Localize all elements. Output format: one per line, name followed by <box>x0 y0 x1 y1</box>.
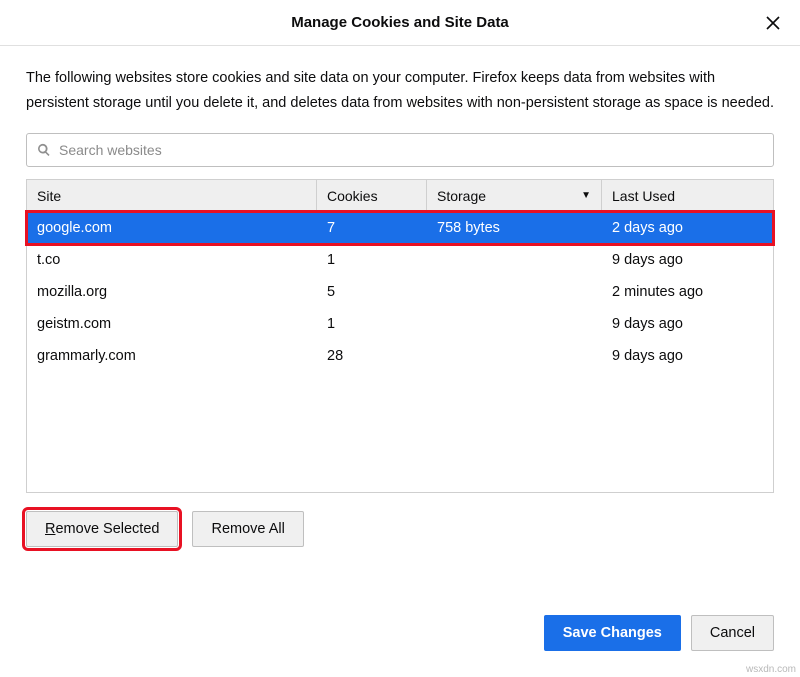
table-row[interactable]: google.com 7 758 bytes 2 days ago <box>27 212 773 244</box>
cell-last-used: 9 days ago <box>602 252 773 268</box>
cell-cookies: 1 <box>317 252 427 268</box>
description-text: The following websites store cookies and… <box>26 66 774 115</box>
close-icon <box>764 14 782 32</box>
table-header-row: Site Cookies Storage▼ Last Used <box>27 180 773 212</box>
sort-desc-icon: ▼ <box>581 190 591 201</box>
row-actions: Remove Selected Remove All <box>26 511 774 547</box>
cell-site: google.com <box>27 220 317 236</box>
cell-last-used: 9 days ago <box>602 348 773 364</box>
column-last-used[interactable]: Last Used <box>602 180 773 211</box>
sites-table: Site Cookies Storage▼ Last Used google.c… <box>26 179 774 493</box>
table-row[interactable]: mozilla.org 5 2 minutes ago <box>27 276 773 308</box>
table-row[interactable]: t.co 1 9 days ago <box>27 244 773 276</box>
cell-site: t.co <box>27 252 317 268</box>
close-button[interactable] <box>760 10 786 36</box>
remove-selected-button[interactable]: Remove Selected <box>26 511 178 547</box>
column-cookies[interactable]: Cookies <box>317 180 427 211</box>
table-row[interactable]: geistm.com 1 9 days ago <box>27 308 773 340</box>
table-row[interactable]: grammarly.com 28 9 days ago <box>27 340 773 372</box>
dialog-footer: Save Changes Cancel <box>544 615 774 651</box>
cell-cookies: 1 <box>317 316 427 332</box>
cell-cookies: 5 <box>317 284 427 300</box>
cell-last-used: 2 days ago <box>602 220 773 236</box>
table-body: google.com 7 758 bytes 2 days ago t.co 1… <box>27 212 773 492</box>
cell-cookies: 7 <box>317 220 427 236</box>
dialog-body: The following websites store cookies and… <box>0 46 800 547</box>
cell-site: grammarly.com <box>27 348 317 364</box>
search-icon <box>37 143 51 157</box>
cell-cookies: 28 <box>317 348 427 364</box>
cell-storage: 758 bytes <box>427 220 602 236</box>
dialog-title: Manage Cookies and Site Data <box>291 14 509 31</box>
cell-last-used: 2 minutes ago <box>602 284 773 300</box>
dialog-header: Manage Cookies and Site Data <box>0 0 800 46</box>
cell-last-used: 9 days ago <box>602 316 773 332</box>
column-site[interactable]: Site <box>27 180 317 211</box>
cell-site: mozilla.org <box>27 284 317 300</box>
cancel-button[interactable]: Cancel <box>691 615 774 651</box>
search-input[interactable] <box>59 142 763 158</box>
column-storage[interactable]: Storage▼ <box>427 180 602 211</box>
watermark-text: wsxdn.com <box>746 664 796 675</box>
remove-all-button[interactable]: Remove All <box>192 511 303 547</box>
cell-site: geistm.com <box>27 316 317 332</box>
save-changes-button[interactable]: Save Changes <box>544 615 681 651</box>
search-field-wrap[interactable] <box>26 133 774 167</box>
